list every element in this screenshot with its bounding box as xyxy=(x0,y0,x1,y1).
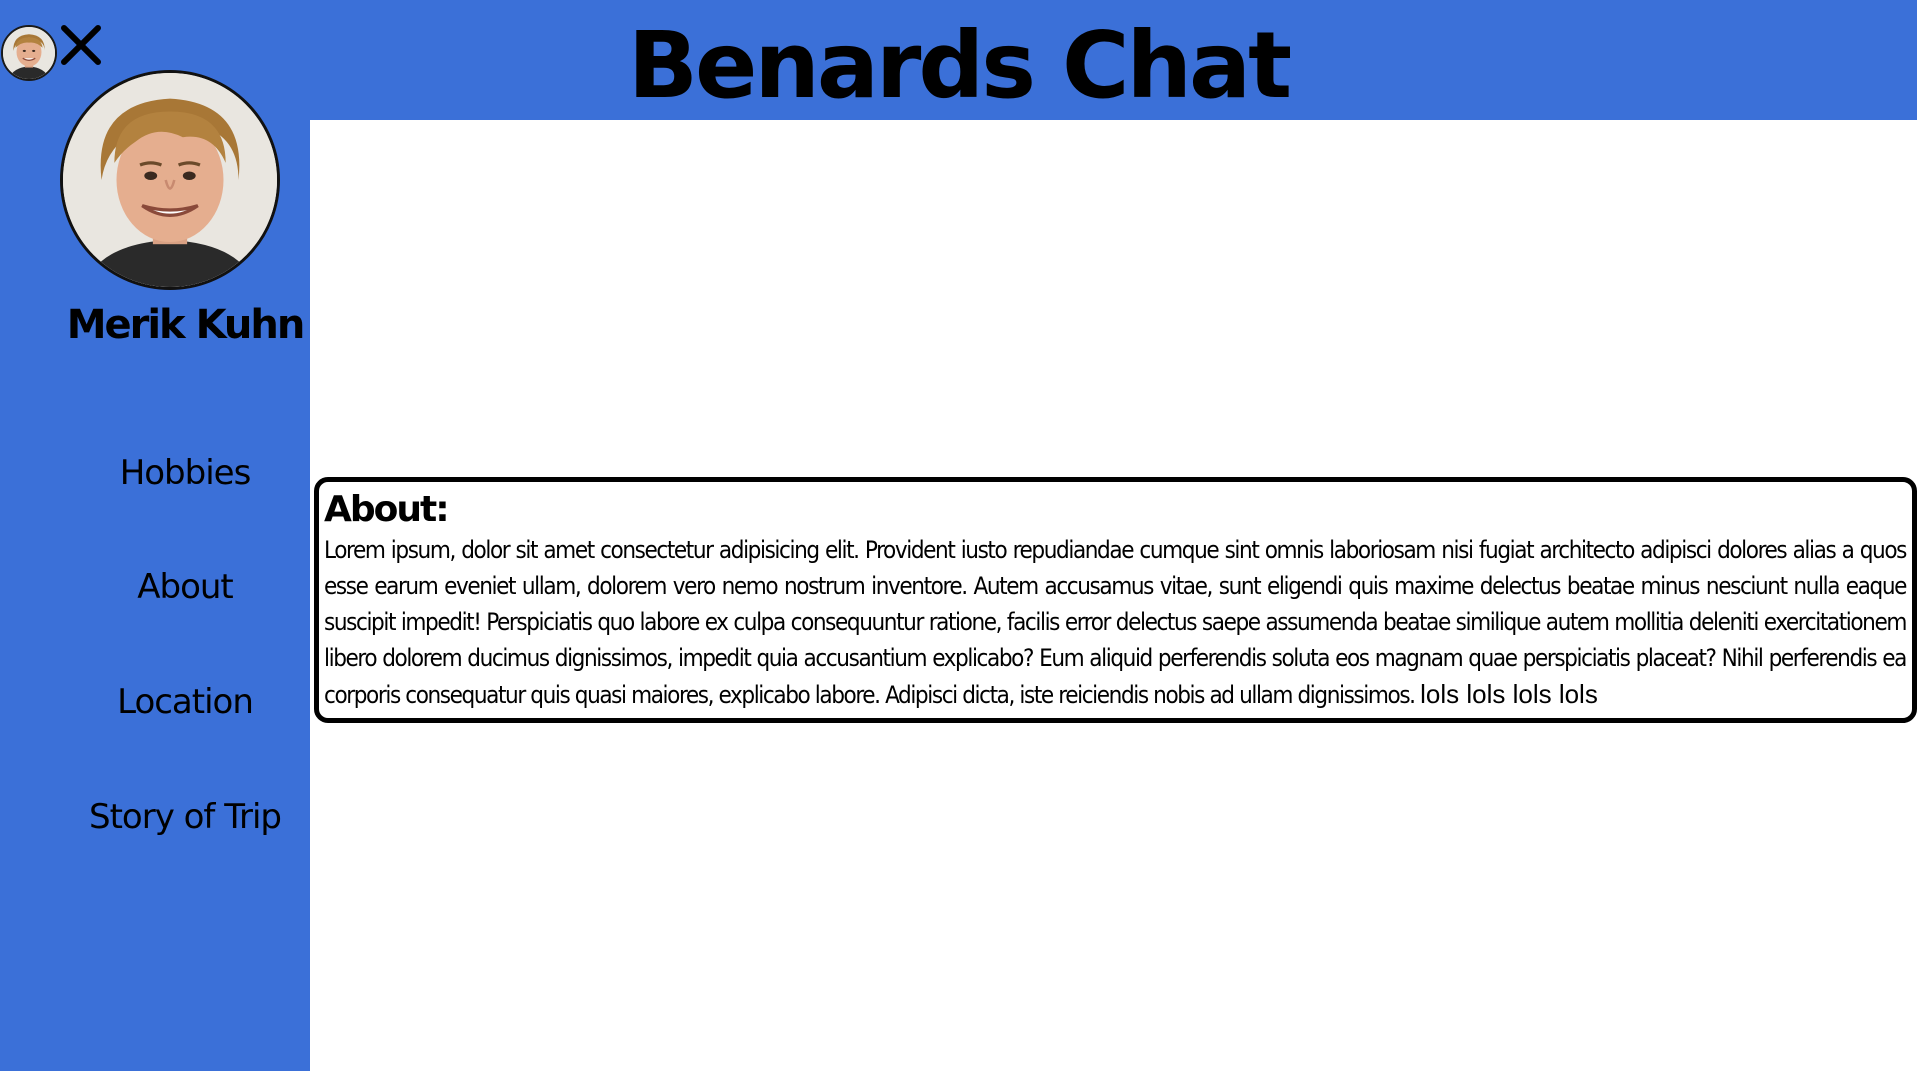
about-tail: lols lols lols lols xyxy=(1420,679,1598,709)
avatar-photo-icon xyxy=(3,27,55,79)
close-icon[interactable] xyxy=(58,22,104,68)
nav-item-story-of-trip[interactable]: Story of Trip xyxy=(60,792,310,842)
profile-photo-icon xyxy=(63,73,277,287)
about-heading: About: xyxy=(324,489,450,530)
nav-item-hobbies[interactable]: Hobbies xyxy=(60,448,310,498)
user-name: Merik Kuhn xyxy=(66,302,306,348)
about-text: Lorem ipsum, dolor sit amet consectetur … xyxy=(324,532,1907,713)
mini-avatar[interactable] xyxy=(1,25,57,81)
nav-item-location[interactable]: Location xyxy=(60,677,310,727)
about-body: Lorem ipsum, dolor sit amet consectetur … xyxy=(324,536,1907,709)
nav-item-about[interactable]: About xyxy=(60,562,310,612)
sidebar: Merik Kuhn Hobbies About Location Story … xyxy=(0,0,310,1071)
page: Benards Chat Merik Kuhn Hobbies About Lo… xyxy=(0,0,1917,1071)
profile-avatar xyxy=(60,70,280,290)
about-section: About: Lorem ipsum, dolor sit amet conse… xyxy=(314,477,1917,723)
